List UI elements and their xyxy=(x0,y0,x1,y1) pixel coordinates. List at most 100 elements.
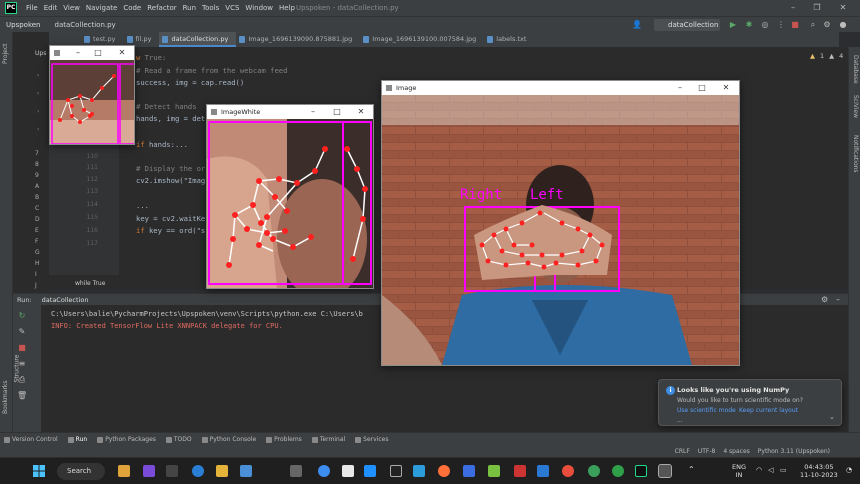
tree-folder[interactable]: B xyxy=(35,194,39,201)
notification-more[interactable]: ... xyxy=(677,417,683,424)
code-breadcrumb[interactable]: while True xyxy=(75,280,135,287)
rerun-icon[interactable]: ↻ xyxy=(17,311,27,321)
maximize-icon[interactable]: □ xyxy=(692,81,712,95)
tree-folder[interactable]: J xyxy=(35,282,37,289)
tree-folder[interactable]: F xyxy=(35,238,38,245)
tool-python-packages[interactable]: Python Packages xyxy=(93,436,162,443)
status-interpreter[interactable]: Python 3.11 (Upspoken) xyxy=(758,448,830,455)
close-icon[interactable]: ✕ xyxy=(716,81,736,95)
menu-file[interactable]: File xyxy=(23,4,41,12)
file-explorer-icon[interactable] xyxy=(216,465,228,477)
status-line-separator[interactable]: CRLF xyxy=(675,448,690,455)
chrome-icon[interactable] xyxy=(562,465,574,477)
menu-view[interactable]: View xyxy=(60,4,83,12)
tree-folder[interactable]: A xyxy=(35,183,39,190)
menu-tools[interactable]: Tools xyxy=(199,4,222,12)
tab-labels-txt[interactable]: labels.txt xyxy=(484,32,534,47)
wifi-icon[interactable]: ◠ xyxy=(756,466,762,474)
windows-start-icon[interactable] xyxy=(33,465,45,477)
menu-help[interactable]: Help xyxy=(276,4,298,12)
tree-folder[interactable]: G xyxy=(35,249,40,256)
edge-icon[interactable] xyxy=(192,465,204,477)
tool-version-control[interactable]: Version Control xyxy=(0,436,64,443)
maximize-icon[interactable]: ❐ xyxy=(806,0,828,16)
sciview-tool-tab[interactable]: SciView xyxy=(852,95,859,118)
close-icon[interactable]: ✕ xyxy=(832,0,854,16)
wrench-icon[interactable]: ✎ xyxy=(17,327,27,337)
project-tool-tab[interactable]: Project xyxy=(2,43,9,64)
volume-icon[interactable]: ◁ xyxy=(768,466,773,474)
run-config-selector[interactable]: dataCollection xyxy=(654,19,720,31)
app-icon[interactable] xyxy=(588,465,600,477)
python-window-icon[interactable] xyxy=(658,464,672,478)
tree-folder[interactable]: I xyxy=(35,271,37,278)
app-icon[interactable] xyxy=(318,465,330,477)
search-everywhere-icon[interactable]: ⌕ xyxy=(808,20,818,30)
image-window[interactable]: Image – □ ✕ Right Left xyxy=(381,80,740,366)
firefox-icon[interactable] xyxy=(438,465,450,477)
imagewhite-titlebar[interactable]: ImageWhite – □ ✕ xyxy=(207,105,373,119)
image-crop-titlebar[interactable]: – □ ✕ xyxy=(50,46,134,60)
breadcrumb-file[interactable]: dataCollection.py xyxy=(41,21,116,29)
coverage-icon[interactable]: ◎ xyxy=(760,20,770,30)
tree-folder[interactable]: 7 xyxy=(35,150,39,157)
tree-folder[interactable]: 8 xyxy=(35,161,39,168)
notion-icon[interactable] xyxy=(166,465,178,477)
close-icon[interactable]: ✕ xyxy=(351,105,371,119)
breadcrumb-project[interactable]: Upspoken xyxy=(0,21,41,29)
app-icon[interactable] xyxy=(364,465,376,477)
app-icon[interactable] xyxy=(488,465,500,477)
app-icon[interactable] xyxy=(290,465,302,477)
app-icon[interactable] xyxy=(514,465,526,477)
vscode-icon[interactable] xyxy=(537,465,549,477)
more-icon[interactable]: ⋮ xyxy=(776,20,786,30)
project-root[interactable]: Ups xyxy=(35,50,46,57)
status-indent[interactable]: 4 spaces xyxy=(723,448,749,455)
image-titlebar[interactable]: Image – □ ✕ xyxy=(382,81,739,95)
minimize-icon[interactable]: – xyxy=(782,0,804,16)
chevron-down-icon[interactable]: ⌄ xyxy=(829,413,835,421)
tray-chevron-icon[interactable]: ⌃ xyxy=(688,466,695,474)
menu-refactor[interactable]: Refactor xyxy=(144,4,179,12)
store-icon[interactable] xyxy=(240,465,252,477)
trash-icon[interactable]: 🗑 xyxy=(17,391,27,401)
menu-edit[interactable]: Edit xyxy=(41,4,61,12)
widgets-icon[interactable] xyxy=(118,465,130,477)
imagewhite-window[interactable]: ImageWhite – □ ✕ xyxy=(206,104,374,289)
notification-bell-icon[interactable]: ◔ xyxy=(846,466,852,474)
menu-vcs[interactable]: VCS xyxy=(222,4,242,12)
hide-icon[interactable]: – xyxy=(836,295,840,304)
teams-icon[interactable] xyxy=(143,465,155,477)
minimize-icon[interactable]: – xyxy=(670,81,690,95)
tool-services[interactable]: Services xyxy=(351,436,394,443)
tool-terminal[interactable]: Terminal xyxy=(308,436,351,443)
bookmarks-tool-tab[interactable]: Bookmarks xyxy=(2,380,9,414)
keep-current-layout-link[interactable]: Keep current layout xyxy=(739,407,798,414)
tab-datacollection-py[interactable]: dataCollection.py xyxy=(159,32,237,47)
status-encoding[interactable]: UTF-8 xyxy=(698,448,716,455)
tab-image-1[interactable]: Image_1696139090.875881.jpg xyxy=(236,32,360,47)
use-scientific-mode-link[interactable]: Use scientific mode xyxy=(677,407,736,414)
stop-icon[interactable]: ■ xyxy=(17,343,27,353)
minimize-icon[interactable]: – xyxy=(303,105,323,119)
battery-icon[interactable]: ▭ xyxy=(780,466,787,474)
stop-icon[interactable]: ■ xyxy=(790,20,800,30)
tree-folder[interactable]: C xyxy=(35,205,39,212)
tree-folder[interactable]: E xyxy=(35,227,39,234)
run-icon[interactable]: ▶ xyxy=(728,20,738,30)
close-icon[interactable]: ✕ xyxy=(112,46,132,60)
maximize-icon[interactable]: □ xyxy=(327,105,347,119)
app-icon[interactable] xyxy=(390,465,402,477)
menu-navigate[interactable]: Navigate xyxy=(83,4,120,12)
tree-folder[interactable]: D xyxy=(35,216,40,223)
account-icon[interactable]: ● xyxy=(838,20,848,30)
user-icon[interactable]: 👤 xyxy=(632,20,642,30)
settings-icon[interactable]: ⚙ xyxy=(822,20,832,30)
menu-window[interactable]: Window xyxy=(242,4,276,12)
taskbar-search[interactable]: Search xyxy=(57,463,105,480)
app-icon[interactable] xyxy=(342,465,354,477)
language-indicator[interactable]: ENG IN xyxy=(732,463,746,479)
pycharm-icon[interactable] xyxy=(635,465,647,477)
minimize-icon[interactable]: – xyxy=(68,46,88,60)
image-crop-window[interactable]: – □ ✕ xyxy=(49,45,135,145)
